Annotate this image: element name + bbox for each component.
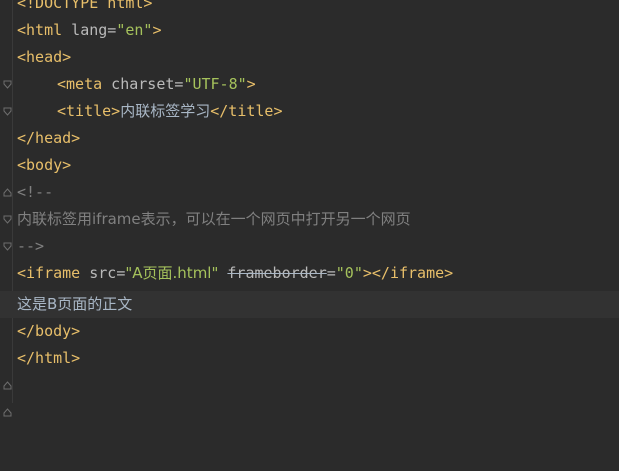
code-line-html-open[interactable]: <html lang="en"> [0, 17, 619, 89]
code-line-comment-open[interactable]: <!-- [0, 179, 619, 251]
title-close-tag: </title> [210, 102, 283, 120]
iframe-close-tag: ></iframe> [362, 264, 454, 282]
fold-open-icon[interactable] [3, 26, 12, 89]
code-line-body-text[interactable]: 这是B页面的正文 [0, 291, 619, 318]
fold-open-icon[interactable] [3, 53, 12, 116]
src-attribute: src= [80, 264, 126, 282]
fold-close-icon[interactable] [3, 327, 12, 390]
comment-text: 内联标签用iframe表示，可以在一个网页中打开另一个网页 [17, 210, 411, 228]
code-line-body-close[interactable]: </body> [0, 318, 619, 390]
code-line-head-close[interactable]: </head> [0, 125, 619, 197]
code-line-comment-close[interactable]: --> [0, 233, 619, 305]
frameborder-attribute: frameborder [227, 264, 327, 282]
code-line-meta[interactable]: <meta charset="UTF-8"> [0, 71, 619, 98]
code-line-comment-text[interactable]: 内联标签用iframe表示，可以在一个网页中打开另一个网页 [0, 206, 619, 233]
head-close-tag: </head> [17, 129, 81, 147]
fold-close-icon[interactable] [3, 242, 12, 305]
frameborder-equals: = [326, 264, 336, 282]
code-editor[interactable]: <!DOCTYPE html> <html lang="en"> <head> … [0, 0, 619, 417]
src-value: "A页面.html" [125, 264, 219, 282]
charset-value: "UTF-8" [183, 75, 247, 93]
comment-close: --> [17, 237, 45, 255]
title-text: 内联标签学习 [120, 102, 211, 120]
iframe-open-tag: <iframe [17, 264, 81, 282]
meta-end: > [246, 75, 256, 93]
code-line-body-open[interactable]: <body> [0, 152, 619, 224]
meta-tag: <meta [57, 75, 103, 93]
fold-open-icon[interactable] [3, 161, 12, 224]
code-line-html-close[interactable]: </html> [0, 345, 619, 417]
code-line-title[interactable]: <title>内联标签学习</title> [0, 98, 619, 125]
html-open-end: > [152, 21, 162, 39]
frameborder-value: "0" [335, 264, 363, 282]
fold-close-icon[interactable] [3, 354, 12, 417]
html-close-tag: </html> [17, 349, 81, 367]
code-line-head-open[interactable]: <head> [0, 44, 619, 116]
code-line-doctype[interactable]: <!DOCTYPE html> [0, 0, 619, 17]
fold-close-icon[interactable] [3, 134, 12, 197]
comment-open: <!-- [17, 183, 54, 201]
code-line-iframe[interactable]: <iframe src="A页面.html" frameborder="0"><… [0, 260, 619, 287]
fold-open-icon[interactable] [3, 188, 12, 251]
head-open-tag: <head> [17, 48, 72, 66]
title-open-tag: <title> [57, 102, 121, 120]
body-open-tag: <body> [17, 156, 72, 174]
lang-value: "en" [116, 21, 153, 39]
charset-attribute: charset= [102, 75, 184, 93]
doctype-token: <!DOCTYPE html> [17, 0, 153, 12]
body-close-tag: </body> [17, 322, 81, 340]
body-text: 这是B页面的正文 [17, 295, 133, 313]
html-open-tag: <html [17, 21, 63, 39]
lang-attribute: lang= [62, 21, 117, 39]
